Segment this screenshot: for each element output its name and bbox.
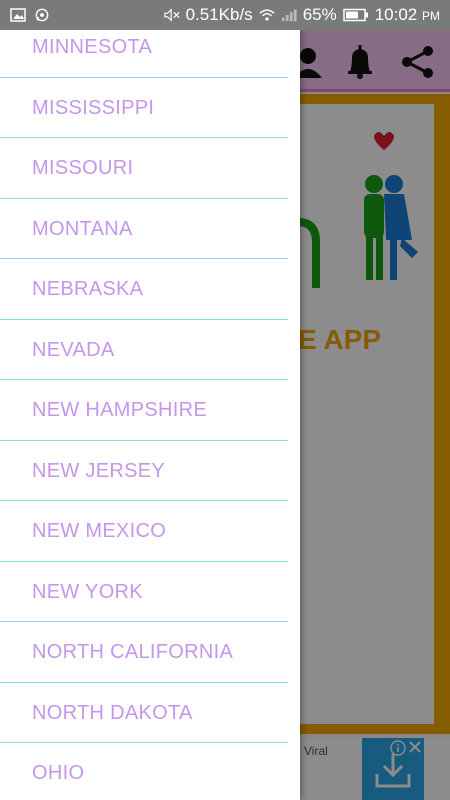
clock: 10:02 PM	[374, 5, 440, 24]
network-speed: 0.51Kb/s	[185, 5, 253, 24]
state-item-new-jersey[interactable]: NEW JERSEY	[0, 441, 300, 502]
state-list: MINNESOTA MISSISSIPPI MISSOURI MONTANA N…	[0, 30, 300, 800]
state-item-north-california[interactable]: NORTH CALIFORNIA	[0, 622, 300, 683]
battery-percent: 65%	[302, 5, 337, 24]
whatsapp-icon	[35, 8, 49, 22]
navigation-drawer: MINNESOTA MISSISSIPPI MISSOURI MONTANA N…	[0, 30, 300, 800]
state-item-new-hampshire[interactable]: NEW HAMPSHIRE	[0, 380, 300, 441]
state-item-ohio[interactable]: OHIO	[0, 743, 300, 800]
battery-icon	[342, 8, 368, 22]
state-item-new-york[interactable]: NEW YORK	[0, 562, 300, 623]
state-item-missouri[interactable]: MISSOURI	[0, 138, 300, 199]
state-item-montana[interactable]: MONTANA	[0, 199, 300, 260]
state-item-nevada[interactable]: NEVADA	[0, 320, 300, 381]
state-item-nebraska[interactable]: NEBRASKA	[0, 259, 300, 320]
wifi-icon	[259, 9, 275, 21]
signal-icon	[281, 9, 297, 22]
status-bar: 0.51Kb/s 65% 10:02 PM	[0, 0, 450, 30]
image-icon	[10, 8, 26, 22]
state-item-new-mexico[interactable]: NEW MEXICO	[0, 501, 300, 562]
mute-icon	[163, 8, 180, 22]
state-item-mississippi[interactable]: MISSISSIPPI	[0, 78, 300, 139]
state-item-minnesota[interactable]: MINNESOTA	[0, 30, 300, 78]
state-item-north-dakota[interactable]: NORTH DAKOTA	[0, 683, 300, 744]
